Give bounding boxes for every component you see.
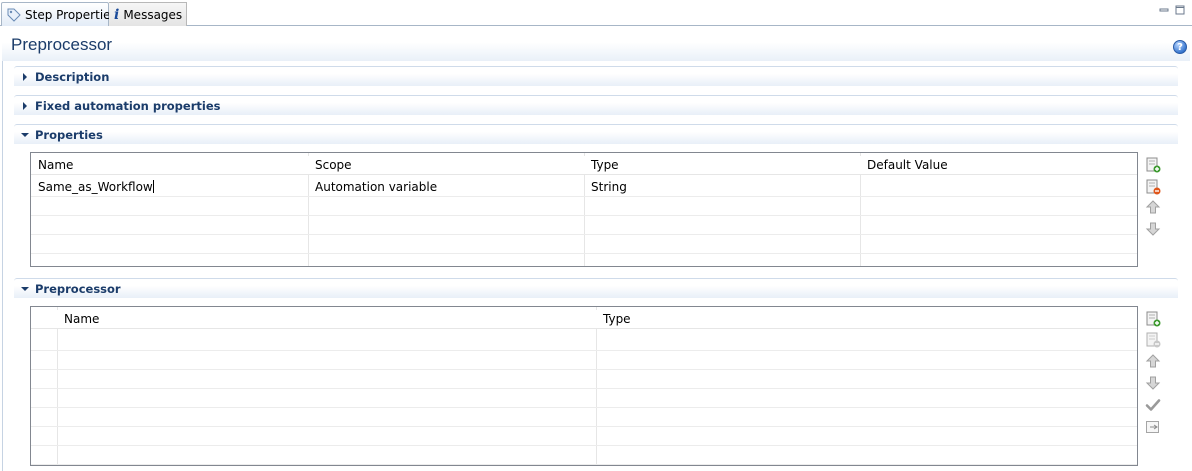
collapse-arrow-icon bbox=[21, 286, 29, 291]
tab-label: Step Properties bbox=[25, 7, 117, 22]
collapse-arrow-icon bbox=[21, 132, 29, 137]
section-fixed-automation-properties[interactable]: Fixed automation properties bbox=[14, 95, 1178, 115]
add-row-icon[interactable] bbox=[1145, 311, 1161, 327]
tab-messages[interactable]: i Messages bbox=[109, 2, 187, 26]
cell-scope[interactable]: Automation variable bbox=[308, 178, 584, 197]
table-row[interactable] bbox=[31, 216, 1137, 235]
cell-default-value[interactable] bbox=[860, 178, 1137, 197]
move-down-icon[interactable] bbox=[1145, 375, 1161, 391]
properties-table[interactable]: Name Scope Type Default Value Same_as_Wo… bbox=[30, 152, 1138, 267]
section-description[interactable]: Description bbox=[14, 66, 1178, 86]
text-caret bbox=[152, 180, 154, 193]
tag-icon bbox=[7, 7, 21, 23]
page-title: Preprocessor bbox=[11, 35, 113, 54]
preprocessor-table[interactable]: Name Type bbox=[30, 306, 1138, 466]
editor-tab-bar: Step Properties i Messages bbox=[0, 0, 1192, 26]
table-row[interactable] bbox=[31, 235, 1137, 254]
column-header-name[interactable]: Name bbox=[57, 310, 596, 329]
expand-arrow-icon bbox=[23, 101, 27, 110]
remove-row-icon[interactable] bbox=[1145, 179, 1161, 195]
section-preprocessor[interactable]: Preprocessor bbox=[14, 278, 1178, 298]
move-up-icon[interactable] bbox=[1145, 353, 1161, 369]
table-row[interactable] bbox=[31, 408, 1137, 427]
form-header: Preprocessor ? bbox=[2, 27, 1190, 61]
maximize-icon[interactable] bbox=[1174, 4, 1186, 16]
export-icon[interactable] bbox=[1145, 419, 1161, 435]
column-header-scope[interactable]: Scope bbox=[308, 156, 584, 175]
table-row[interactable] bbox=[31, 446, 1137, 465]
cell-type[interactable]: String bbox=[584, 178, 860, 197]
section-properties[interactable]: Properties bbox=[14, 124, 1178, 144]
cell-name[interactable]: Same_as_Workflow bbox=[31, 178, 308, 197]
table-header-row: Name Scope Type Default Value bbox=[31, 156, 1137, 175]
minimize-icon[interactable] bbox=[1158, 4, 1170, 16]
form-border bbox=[2, 61, 3, 471]
table-header-row: Name Type bbox=[31, 310, 1137, 329]
column-header-default-value[interactable]: Default Value bbox=[860, 156, 1137, 175]
table-row[interactable] bbox=[31, 389, 1137, 408]
move-up-icon[interactable] bbox=[1145, 199, 1161, 215]
section-title: Properties bbox=[35, 127, 103, 142]
column-header-name[interactable]: Name bbox=[31, 156, 308, 175]
table-row[interactable]: Same_as_Workflow Automation variable Str… bbox=[31, 178, 1137, 197]
tab-step-properties[interactable]: Step Properties bbox=[1, 2, 117, 26]
help-icon[interactable]: ? bbox=[1173, 40, 1187, 54]
move-down-icon[interactable] bbox=[1145, 221, 1161, 237]
section-title: Preprocessor bbox=[35, 281, 121, 296]
table-row[interactable] bbox=[31, 332, 1137, 351]
table-row[interactable] bbox=[31, 370, 1137, 389]
cell-name-text: Same_as_Workflow bbox=[38, 180, 153, 194]
table-row[interactable] bbox=[31, 427, 1137, 446]
column-header-index bbox=[31, 310, 57, 329]
add-row-icon[interactable] bbox=[1145, 157, 1161, 173]
table-row[interactable] bbox=[31, 351, 1137, 370]
section-title: Fixed automation properties bbox=[35, 98, 221, 113]
tab-label: Messages bbox=[123, 7, 183, 22]
column-header-type[interactable]: Type bbox=[584, 156, 860, 175]
table-row[interactable] bbox=[31, 197, 1137, 216]
section-title: Description bbox=[35, 69, 110, 84]
expand-arrow-icon bbox=[23, 72, 27, 81]
checkmark-icon[interactable] bbox=[1145, 397, 1161, 413]
remove-row-icon[interactable] bbox=[1145, 332, 1161, 348]
column-header-type[interactable]: Type bbox=[596, 310, 1137, 329]
info-icon: i bbox=[114, 6, 120, 23]
